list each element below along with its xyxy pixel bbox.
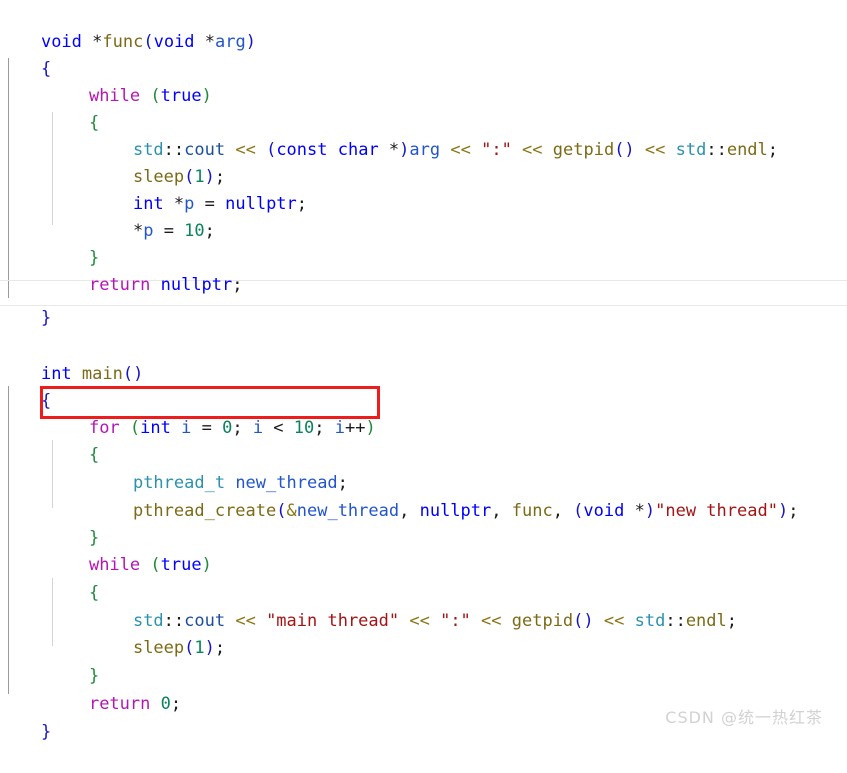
code-line-6[interactable]: sleep(1); xyxy=(0,137,847,187)
code-editor[interactable]: void *func(void *arg) { while (true) { s… xyxy=(0,0,847,742)
code-line-14[interactable]: { xyxy=(0,361,847,411)
code-line-25[interactable]: return 0; xyxy=(0,664,847,714)
code-line-20[interactable]: while (true) xyxy=(0,525,847,575)
code-line-23[interactable]: sleep(1); xyxy=(0,608,847,658)
code-line-4[interactable]: { xyxy=(0,83,847,133)
code-line-24[interactable]: } xyxy=(0,636,847,686)
code-line-11[interactable]: } xyxy=(0,278,847,328)
csdn-watermark: CSDN @统一热红茶 xyxy=(665,708,823,727)
code-line-5[interactable]: std::cout << (const char *)arg << ":" <<… xyxy=(0,110,847,160)
code-line-21[interactable]: { xyxy=(0,553,847,603)
code-line-7[interactable]: int *p = nullptr; xyxy=(0,164,847,214)
code-line-9[interactable]: } xyxy=(0,218,847,268)
code-line-16[interactable]: { xyxy=(0,415,847,465)
code-line-19[interactable]: } xyxy=(0,498,847,548)
code-line-10[interactable]: return nullptr; xyxy=(0,245,847,295)
code-line-8[interactable]: *p = 10; xyxy=(0,191,847,241)
code-line-22[interactable]: std::cout << "main thread" << ":" << get… xyxy=(0,581,847,631)
code-line-17[interactable]: pthread_t new_thread; xyxy=(0,443,847,493)
separator-bottom xyxy=(0,305,847,306)
code-line-13[interactable]: int main() xyxy=(0,334,847,384)
token-brace-close: } xyxy=(40,722,52,742)
code-line-18[interactable]: pthread_create(&new_thread, nullptr, fun… xyxy=(0,471,847,521)
code-line-15[interactable]: for (int i = 0; i < 10; i++) xyxy=(0,388,847,438)
token-brace-close: } xyxy=(40,308,52,328)
code-line-1[interactable]: void *func(void *arg) xyxy=(0,2,847,52)
code-line-3[interactable]: while (true) xyxy=(0,56,847,106)
code-line-2[interactable]: { xyxy=(0,29,847,79)
